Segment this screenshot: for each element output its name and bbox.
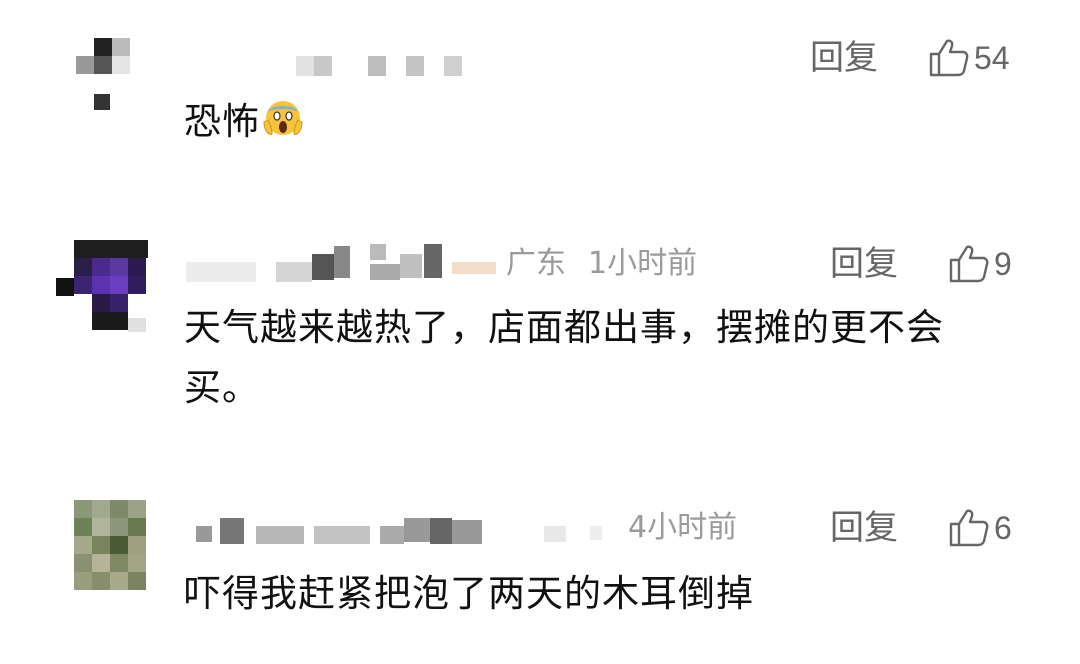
like-count: 9 xyxy=(994,246,1012,282)
reply-button[interactable]: 回复 xyxy=(810,38,878,78)
avatar[interactable] xyxy=(74,500,166,592)
like-button[interactable]: 6 xyxy=(948,506,1012,550)
comment-location: 广东 xyxy=(506,246,566,281)
comment-item: 回复 54 恐怖 xyxy=(0,0,1080,200)
comment-text: 天气越来越热了，店面都出事，摆摊的更不会买。 xyxy=(184,306,944,409)
like-button[interactable]: 54 xyxy=(928,36,1010,80)
scream-emoji-icon xyxy=(262,98,304,140)
comment-text: 恐怖 xyxy=(184,92,1014,152)
like-button[interactable]: 9 xyxy=(948,242,1012,286)
like-count: 54 xyxy=(974,40,1010,76)
avatar[interactable] xyxy=(74,36,166,128)
avatar[interactable] xyxy=(56,240,148,332)
comment-time: 1小时前 xyxy=(588,246,698,281)
reply-button[interactable]: 回复 xyxy=(830,508,898,548)
thumbs-up-icon xyxy=(928,37,970,79)
thumbs-up-icon xyxy=(948,507,990,549)
reply-button[interactable]: 回复 xyxy=(830,244,898,284)
like-count: 6 xyxy=(994,510,1012,546)
thumbs-up-icon xyxy=(948,243,990,285)
comment-text: 吓得我赶紧把泡了两天的木耳倒掉 xyxy=(184,572,754,615)
comment-time: 4小时前 xyxy=(628,510,738,545)
